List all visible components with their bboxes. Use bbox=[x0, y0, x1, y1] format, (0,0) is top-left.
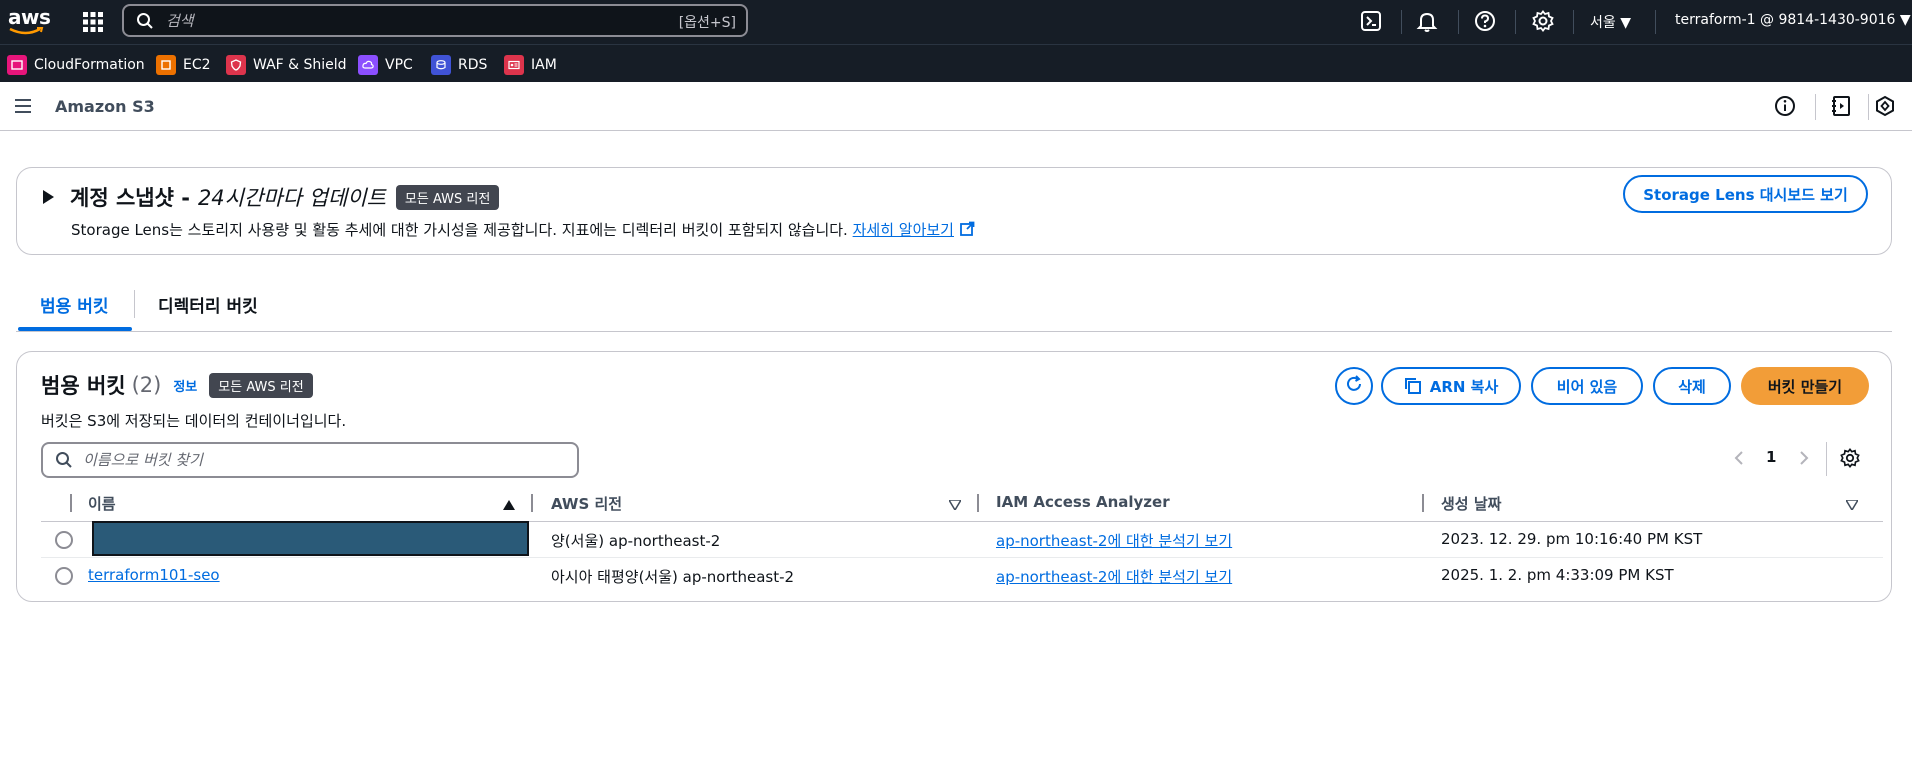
favorite-cloudformation[interactable]: CloudFormation bbox=[7, 54, 145, 76]
waf-shield-icon bbox=[226, 55, 246, 75]
nav-divider bbox=[1458, 10, 1459, 34]
ec2-icon bbox=[156, 55, 176, 75]
favorites-bar: CloudFormation EC2 WAF & Shield VPC RDS … bbox=[0, 44, 1912, 82]
copy-arn-button[interactable]: ARN 복사 bbox=[1381, 367, 1521, 405]
copy-icon bbox=[1404, 377, 1422, 395]
bucket-name-link[interactable]: terraform101-seo bbox=[88, 566, 220, 584]
sort-ascending-icon[interactable] bbox=[503, 496, 515, 514]
region-badge: 모든 AWS 리전 bbox=[209, 372, 313, 398]
snapshot-title: 계정 스냅샷 - bbox=[70, 186, 190, 210]
rds-icon bbox=[431, 55, 451, 75]
favorite-vpc[interactable]: VPC bbox=[358, 54, 413, 76]
info-panel-icon[interactable] bbox=[1774, 95, 1796, 117]
aws-logo[interactable]: aws bbox=[6, 5, 51, 37]
column-divider bbox=[531, 494, 533, 512]
buckets-header: 범용 버킷 (2) 정보 모든 AWS 리전 bbox=[41, 370, 313, 400]
header-divider bbox=[1868, 94, 1869, 120]
nav-divider bbox=[1515, 10, 1516, 34]
refresh-button[interactable] bbox=[1335, 367, 1373, 405]
header-divider bbox=[1815, 94, 1816, 120]
search-input[interactable] bbox=[166, 9, 686, 33]
notes-icon[interactable] bbox=[1830, 95, 1852, 117]
previous-page-icon[interactable] bbox=[1733, 450, 1745, 470]
learn-more-link[interactable]: 자세히 알아보기 bbox=[853, 221, 954, 239]
search-icon bbox=[55, 451, 73, 473]
column-divider bbox=[977, 494, 979, 512]
column-header-iam-analyzer[interactable]: IAM Access Analyzer bbox=[996, 493, 1170, 511]
column-header-region[interactable]: AWS 리전 bbox=[551, 493, 622, 514]
account-menu[interactable]: terraform-1 @ 9814-1430-9016 ▼ bbox=[1675, 12, 1911, 28]
search-icon bbox=[136, 12, 154, 34]
refresh-icon bbox=[1344, 374, 1364, 398]
next-page-icon[interactable] bbox=[1798, 450, 1810, 470]
info-link[interactable]: 정보 bbox=[173, 376, 197, 395]
favorite-iam[interactable]: IAM bbox=[504, 54, 557, 76]
current-page[interactable]: 1 bbox=[1766, 448, 1776, 466]
column-header-creation-date[interactable]: 생성 날짜 bbox=[1441, 493, 1501, 514]
nav-divider bbox=[1573, 10, 1574, 34]
nav-divider bbox=[1655, 10, 1656, 34]
tab-general-purpose[interactable]: 범용 버킷 bbox=[40, 292, 108, 317]
menu-hamburger-icon[interactable] bbox=[14, 98, 32, 118]
service-title[interactable]: Amazon S3 bbox=[55, 97, 155, 116]
bucket-filter[interactable] bbox=[41, 442, 579, 478]
column-header-name[interactable]: 이름 bbox=[88, 493, 116, 514]
delete-bucket-button[interactable]: 삭제 bbox=[1653, 367, 1731, 405]
security-hexagon-icon[interactable] bbox=[1874, 95, 1896, 117]
empty-bucket-button[interactable]: 비어 있음 bbox=[1531, 367, 1643, 405]
cloudformation-icon bbox=[7, 55, 27, 75]
services-grid-icon[interactable] bbox=[82, 11, 104, 33]
buckets-title: 범용 버킷 bbox=[41, 374, 126, 398]
bucket-region: 양(서울) ap-northeast-2 bbox=[551, 532, 721, 550]
bucket-count: (2) bbox=[131, 373, 162, 397]
favorite-ec2[interactable]: EC2 bbox=[156, 54, 211, 76]
bucket-region: 아시아 태평양(서울) ap-northeast-2 bbox=[551, 568, 795, 586]
analyzer-link[interactable]: ap-northeast-2에 대한 분석기 보기 bbox=[996, 566, 1232, 587]
help-icon[interactable] bbox=[1474, 10, 1498, 34]
tab-divider bbox=[134, 290, 135, 318]
create-bucket-button[interactable]: 버킷 만들기 bbox=[1741, 367, 1869, 405]
service-header: Amazon S3 bbox=[0, 82, 1912, 131]
snapshot-subtitle: 24시간마다 업데이트 bbox=[197, 186, 386, 210]
settings-gear-icon[interactable] bbox=[1532, 10, 1556, 34]
iam-icon bbox=[504, 55, 524, 75]
account-snapshot-panel: 계정 스냅샷 - 24시간마다 업데이트 모든 AWS 리전 Storage L… bbox=[16, 167, 1892, 255]
buckets-description: 버킷은 S3에 저장되는 데이터의 컨테이너입니다. bbox=[41, 412, 347, 430]
region-badge: 모든 AWS 리전 bbox=[395, 184, 500, 210]
column-divider bbox=[1422, 494, 1424, 512]
active-tab-indicator bbox=[18, 327, 132, 331]
tab-directory[interactable]: 디렉터리 버킷 bbox=[158, 292, 258, 317]
row-select-radio[interactable] bbox=[55, 531, 73, 549]
top-navigation: aws [옵션+S] 서울 ▼ terraform-1 @ 9814-1430-… bbox=[0, 0, 1912, 44]
cloudshell-icon[interactable] bbox=[1360, 10, 1384, 34]
snapshot-description: Storage Lens는 스토리지 사용량 및 활동 추세에 대한 가시성을 … bbox=[71, 219, 975, 240]
column-divider bbox=[70, 494, 72, 512]
notifications-icon[interactable] bbox=[1416, 10, 1440, 34]
sort-icon[interactable] bbox=[947, 496, 963, 514]
snapshot-expander[interactable]: 계정 스냅샷 - 24시간마다 업데이트 모든 AWS 리전 bbox=[43, 182, 500, 212]
favorite-rds[interactable]: RDS bbox=[431, 54, 487, 76]
nav-divider bbox=[1401, 10, 1402, 34]
region-selector[interactable]: 서울 ▼ bbox=[1590, 12, 1631, 32]
bucket-created-date: 2023. 12. 29. pm 10:16:40 PM KST bbox=[1441, 530, 1703, 548]
analyzer-link[interactable]: ap-northeast-2에 대한 분석기 보기 bbox=[996, 530, 1232, 551]
storage-lens-dashboard-button[interactable]: Storage Lens 대시보드 보기 bbox=[1623, 175, 1868, 213]
general-buckets-panel: 범용 버킷 (2) 정보 모든 AWS 리전 버킷은 S3에 저장되는 데이터의… bbox=[16, 351, 1892, 602]
pager-divider bbox=[1826, 442, 1827, 476]
search-shortcut: [옵션+S] bbox=[678, 15, 736, 31]
vpc-icon bbox=[358, 55, 378, 75]
external-link-icon bbox=[959, 221, 975, 239]
redacted-bucket-name bbox=[92, 521, 529, 556]
bucket-filter-input[interactable] bbox=[83, 448, 563, 472]
caret-right-icon bbox=[43, 190, 54, 204]
table-preferences-gear-icon[interactable] bbox=[1840, 448, 1860, 472]
sort-icon[interactable] bbox=[1844, 496, 1860, 514]
bucket-created-date: 2025. 1. 2. pm 4:33:09 PM KST bbox=[1441, 566, 1674, 584]
global-search[interactable]: [옵션+S] bbox=[122, 4, 748, 37]
favorite-waf-shield[interactable]: WAF & Shield bbox=[226, 54, 347, 76]
bucket-type-tabs: 범용 버킷 디렉터리 버킷 bbox=[16, 282, 1892, 332]
row-select-radio[interactable] bbox=[55, 567, 73, 585]
row-divider bbox=[41, 557, 1883, 558]
